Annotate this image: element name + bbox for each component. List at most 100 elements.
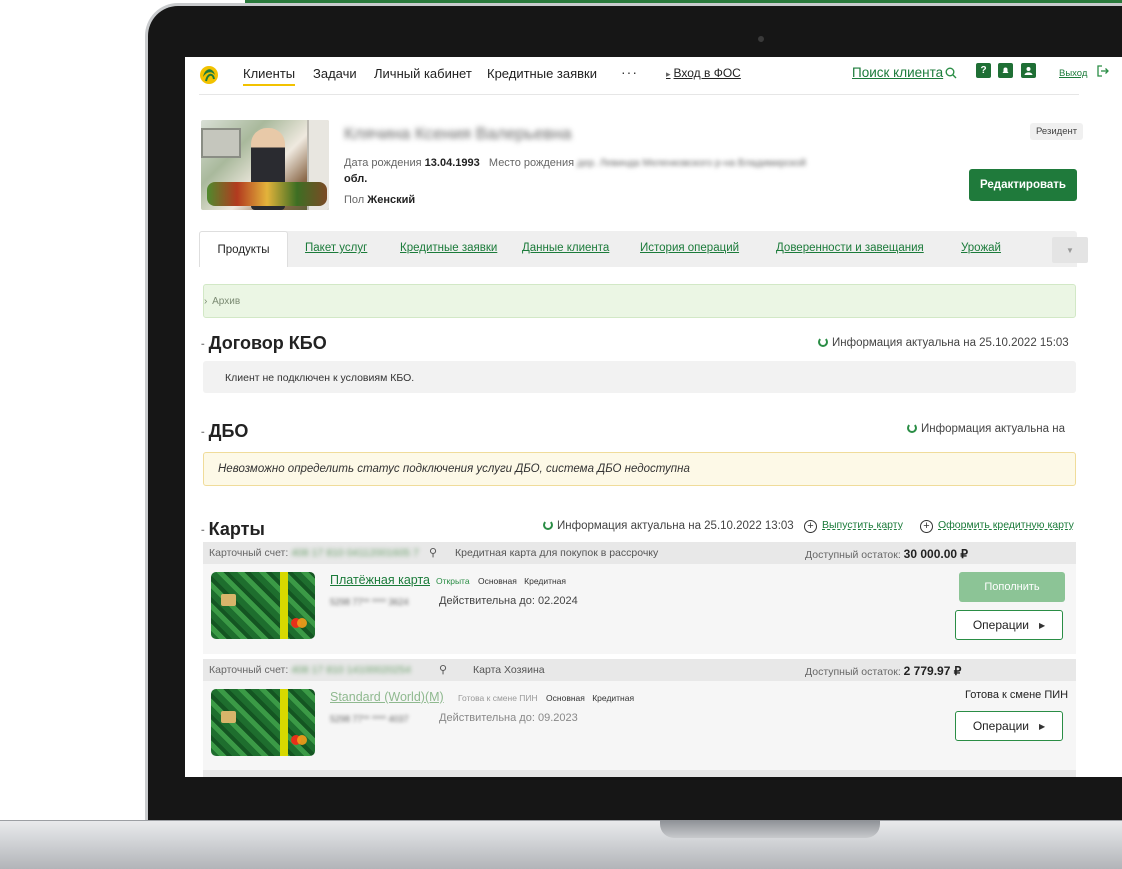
user-icon <box>1024 67 1033 75</box>
pin-icon[interactable]: ⚲ <box>439 663 447 676</box>
search-icon[interactable] <box>945 67 957 79</box>
card-tags: Открыта Основная Кредитная <box>436 576 571 586</box>
tab-credit-applications[interactable]: Кредитные заявки <box>400 242 497 254</box>
pin-icon[interactable]: ⚲ <box>429 546 437 559</box>
card-tag: Основная <box>477 576 517 586</box>
bell-icon <box>1002 67 1009 73</box>
card-number: 5298 77** **** 4037 <box>330 714 409 724</box>
account-label: Карточный счет: 408 17 810 04112001605 7 <box>209 547 419 559</box>
chevron-right-icon: › <box>204 296 208 307</box>
card-account-bar: Карточный счет: 408 17 810 14100020254 ⚲… <box>203 659 1076 681</box>
fos-login-label: Вход в ФОС <box>673 66 741 80</box>
available-balance: Доступный остаток: 2 779.97 ₽ <box>805 664 961 678</box>
card-description: Кредитная карта для покупок в рассрочку <box>455 547 659 559</box>
chevron-down-icon: ▼ <box>1066 245 1074 255</box>
tab-operations-history[interactable]: История операций <box>640 242 739 254</box>
resident-badge: Резидент <box>1030 123 1084 140</box>
logout-icon[interactable] <box>1097 65 1109 77</box>
account-label-text: Карточный счет: <box>209 547 289 559</box>
card-tag: Кредитная <box>592 693 635 703</box>
sex-label: Пол <box>344 194 365 206</box>
tab-service-package[interactable]: Пакет услуг <box>305 242 367 254</box>
card-account-bar: Карточный счет: 408 17 810 04112001605 7… <box>203 542 1076 564</box>
account-number: 408 17 810 04112001605 7 <box>291 547 419 559</box>
dbo-section-title[interactable]: - ДБО <box>201 421 248 442</box>
card-status: Открыта <box>436 576 470 586</box>
tabs-more-dropdown[interactable]: ▼ <box>1052 237 1088 263</box>
cards-section-title[interactable]: - Карты <box>201 519 265 540</box>
app-screen: Клиенты Задачи Личный кабинет Кредитные … <box>185 57 1122 777</box>
notifications-button[interactable] <box>998 63 1013 78</box>
tab-products[interactable]: Продукты <box>199 231 288 267</box>
client-tabs: Продукты Пакет услуг Кредитные заявки Да… <box>199 231 1088 267</box>
dbo-info-text: Информация актуальна на <box>921 423 1065 435</box>
nav-item-credit-applications[interactable]: Кредитные заявки <box>487 66 597 81</box>
card-validity: Действительна до: 09.2023 <box>439 712 578 724</box>
laptop-base <box>0 820 1122 869</box>
card-tags: Готова к смене ПИН Основная Кредитная <box>458 693 639 703</box>
tab-harvest[interactable]: Урожай <box>961 242 1001 254</box>
card-validity: Действительна до: 02.2024 <box>439 595 578 607</box>
account-number: 408 17 810 14100020254 <box>291 664 411 676</box>
refresh-icon[interactable] <box>543 520 553 530</box>
sex-value: Женский <box>367 194 416 206</box>
card-image <box>211 689 315 756</box>
kbo-title-text: Договор КБО <box>208 333 327 353</box>
issue-card-link[interactable]: + Выпустить карту <box>804 519 903 533</box>
play-icon: ▶ <box>1038 721 1046 731</box>
edit-client-button[interactable]: Редактировать <box>969 169 1077 201</box>
nav-item-clients[interactable]: Клиенты <box>243 66 296 86</box>
client-search-link[interactable]: Поиск клиента <box>852 65 943 80</box>
issue-credit-card-label: Оформить кредитную карту <box>938 519 1074 531</box>
refresh-icon[interactable] <box>907 423 917 433</box>
account-label-text: Карточный счет: <box>209 664 289 676</box>
bank-logo-icon <box>200 66 218 84</box>
validity-label: Действительна до: <box>439 595 535 607</box>
next-account-bar <box>203 770 1076 777</box>
nav-item-tasks[interactable]: Задачи <box>313 66 357 81</box>
card-image <box>211 572 315 639</box>
plus-circle-icon: + <box>804 520 817 533</box>
issue-credit-card-link[interactable]: + Оформить кредитную карту <box>920 519 1074 533</box>
logout-link[interactable]: Выход <box>1059 68 1087 79</box>
kbo-message: Клиент не подключен к условиям КБО. <box>203 361 1076 393</box>
card-row: Standard (World)(M) Готова к смене ПИН О… <box>203 681 1076 771</box>
play-icon: ▶ <box>1038 620 1046 630</box>
topup-button[interactable]: Пополнить <box>959 572 1065 602</box>
account-label: Карточный счет: 408 17 810 14100020254 <box>209 664 411 676</box>
archive-label: Архив <box>212 296 241 307</box>
camera-icon <box>758 36 764 42</box>
client-birth-info: Дата рождения 13.04.1993 Место рождения … <box>344 157 806 169</box>
operations-button[interactable]: Операции ▶ <box>955 711 1063 741</box>
help-button[interactable]: ? <box>976 63 991 78</box>
plus-circle-icon: + <box>920 520 933 533</box>
card-number: 5298 77** **** 3624 <box>330 597 409 607</box>
kbo-info: Информация актуальна на 25.10.2022 15:03 <box>818 337 1069 349</box>
fos-login-link[interactable]: ▸ Вход в ФОС <box>666 66 741 80</box>
cards-info-text: Информация актуальна на 25.10.2022 13:03 <box>557 520 794 532</box>
validity-value: 02.2024 <box>537 595 578 607</box>
dob-label: Дата рождения <box>344 157 422 169</box>
card-tag: Кредитная <box>524 576 567 586</box>
available-balance: Доступный остаток: 30 000.00 ₽ <box>805 547 968 561</box>
card-name-link[interactable]: Платёжная карта <box>330 573 430 587</box>
kbo-info-text: Информация актуальна на 25.10.2022 15:03 <box>832 337 1069 349</box>
laptop-notch <box>660 820 880 838</box>
card-status: Готова к смене ПИН <box>458 693 538 703</box>
card-name-link[interactable]: Standard (World)(M) <box>330 690 444 704</box>
operations-label: Операции <box>972 719 1029 733</box>
refresh-icon[interactable] <box>818 337 828 347</box>
nav-more-button[interactable]: ··· <box>621 64 638 80</box>
nav-item-personal-cabinet[interactable]: Личный кабинет <box>374 66 472 81</box>
kbo-section-title[interactable]: - Договор КБО <box>201 333 327 354</box>
archive-toggle[interactable]: › Архив <box>203 284 1076 318</box>
dbo-info: Информация актуальна на <box>907 423 1065 435</box>
balance-label: Доступный остаток: <box>805 549 901 561</box>
balance-label: Доступный остаток: <box>805 666 901 678</box>
tab-powers-of-attorney[interactable]: Доверенности и завещания <box>776 242 924 254</box>
collapse-icon: - <box>201 524 205 537</box>
operations-button[interactable]: Операции ▶ <box>955 610 1063 640</box>
client-name: Клячина Ксения Валерьевна <box>344 124 572 143</box>
tab-client-data[interactable]: Данные клиента <box>522 242 609 254</box>
profile-button[interactable] <box>1021 63 1036 78</box>
